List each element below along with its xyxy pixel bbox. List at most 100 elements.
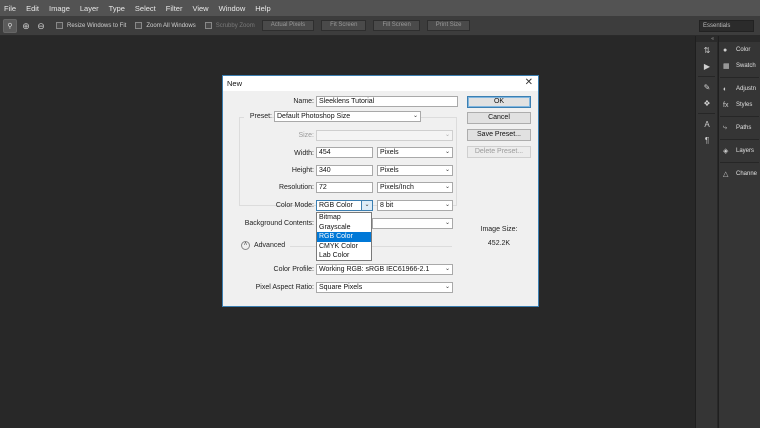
color-mode-option-grayscale[interactable]: Grayscale [317,223,371,233]
menu-help[interactable]: Help [255,4,270,13]
chevron-down-icon: ⌄ [444,266,450,272]
resize-windows-checkbox[interactable]: Resize Windows to Fit [56,22,126,29]
options-bar: ⚲ ⊕ ⊖ Resize Windows to Fit Zoom All Win… [0,16,760,36]
preset-label: Preset: [244,113,272,120]
print-size-button[interactable]: Print Size [426,20,471,31]
preset-select[interactable]: Default Photoshop Size ⌄ [274,111,421,122]
resolution-field[interactable]: 72 [316,182,373,193]
width-unit-value: Pixels [380,149,399,156]
height-label: Height: [291,167,314,174]
clone-source-icon[interactable]: ❖ [696,95,718,111]
resize-windows-label: Resize Windows to Fit [67,22,127,29]
actions-icon[interactable]: ▶ [696,58,718,74]
scrubby-zoom-checkbox[interactable]: Scrubby Zoom [204,22,255,29]
menu-window[interactable]: Window [219,4,246,13]
width-unit-select[interactable]: Pixels ⌄ [377,147,453,158]
name-field[interactable]: Sleeklens Tutorial [316,96,458,107]
chevron-down-icon: ⌄ [444,132,450,138]
background-contents-select[interactable]: ⌄ [372,218,453,229]
panel-paths[interactable]: ⤷ Paths [719,120,760,136]
fit-screen-button[interactable]: Fit Screen [321,20,367,31]
brush-icon[interactable]: ✎ [696,79,718,95]
delete-preset-button[interactable]: Delete Preset... [467,146,531,158]
panel-styles[interactable]: fx Styles [719,97,760,113]
menu-select[interactable]: Select [135,4,156,13]
menu-type[interactable]: Type [109,4,125,13]
paths-icon: ⤷ [723,124,727,131]
advanced-toggle[interactable]: ˄ Advanced [241,241,285,250]
scrubby-zoom-label: Scrubby Zoom [215,22,255,29]
color-mode-option-rgb[interactable]: RGB Color [317,232,371,242]
color-profile-select[interactable]: Working RGB: sRGB IEC61966-2.1 ⌄ [316,264,453,275]
color-mode-label: Color Mode: [275,202,314,209]
chevron-down-icon: ⌄ [444,284,450,290]
panel-channels[interactable]: △ Channe [719,166,760,182]
menu-layer[interactable]: Layer [80,4,99,13]
size-label: Size: [298,132,314,139]
panel-layers-label: Layers [736,148,755,154]
color-mode-dropdown-list: Bitmap Grayscale RGB Color CMYK Color La… [316,212,372,261]
panel-channels-label: Channe [736,171,758,177]
pixel-aspect-ratio-select[interactable]: Square Pixels ⌄ [316,282,453,293]
panel-dock: ● Color ▦ Swatch ◐ Adjustn fx Styles ⤷ Paths … [718,36,760,428]
panel-layers[interactable]: ◈ Layers [719,143,760,159]
zoom-out-icon[interactable]: ⊖ [35,20,47,32]
size-select[interactable]: ⌄ [316,130,453,141]
chevron-down-icon: ⌄ [444,220,450,226]
divider [698,113,715,114]
height-unit-value: Pixels [380,167,399,174]
history-icon[interactable]: ⇅ [696,42,718,58]
menu-filter[interactable]: Filter [166,4,183,13]
paragraph-icon[interactable]: ¶ [696,132,718,148]
color-mode-select[interactable]: RGB Color [316,200,362,211]
menu-image[interactable]: Image [49,4,70,13]
fill-screen-button[interactable]: Fill Screen [373,20,420,31]
color-mode-value: RGB Color [319,202,353,209]
character-icon[interactable]: A [696,116,718,132]
panel-adjustments[interactable]: ◐ Adjustn [719,81,760,97]
height-unit-select[interactable]: Pixels ⌄ [377,165,453,176]
advanced-label: Advanced [254,242,286,249]
width-label: Width: [294,150,314,157]
dialog-title: New [227,79,243,88]
panel-swatches[interactable]: ▦ Swatch [719,58,760,74]
panel-color[interactable]: ● Color [719,42,760,58]
zoom-all-checkbox[interactable]: Zoom All Windows [135,22,196,29]
color-mode-option-lab[interactable]: Lab Color [317,251,371,261]
bit-depth-value: 8 bit [380,202,394,209]
pixel-aspect-ratio-value: Square Pixels [319,284,363,291]
layers-icon: ◈ [723,148,729,155]
adjustments-icon: ◐ [723,85,728,93]
save-preset-button[interactable]: Save Preset... [467,129,531,141]
panel-color-label: Color [736,47,751,53]
workspace-switcher[interactable]: Essentials [699,20,754,32]
bit-depth-select[interactable]: 8 bit ⌄ [377,200,453,211]
ok-button[interactable]: OK [467,96,531,108]
name-label: Name: [293,98,314,105]
panel-adjustments-label: Adjustn [736,86,757,92]
close-icon[interactable]: ✕ [525,77,533,88]
dialog-titlebar: New ✕ [223,76,538,91]
image-size-label: Image Size: [480,226,518,233]
resolution-unit-value: Pixels/Inch [380,184,414,191]
checkbox-box [204,22,212,29]
zoom-tool-preset-button[interactable]: ⚲ [3,18,17,33]
menu-bar: File Edit Image Layer Type Select Filter… [0,0,760,16]
preset-value: Default Photoshop Size [277,113,351,120]
styles-icon: fx [723,101,729,109]
menu-edit[interactable]: Edit [26,4,39,13]
color-mode-option-cmyk[interactable]: CMYK Color [317,242,371,252]
resolution-unit-select[interactable]: Pixels/Inch ⌄ [377,182,453,193]
height-field[interactable]: 340 [316,165,373,176]
collapse-chevron-icon: ˄ [241,241,250,250]
zoom-in-icon[interactable]: ⊕ [20,20,32,32]
cancel-button[interactable]: Cancel [467,112,531,124]
color-mode-dropdown-button[interactable]: ⌄ [361,200,373,211]
color-mode-option-bitmap[interactable]: Bitmap [317,213,371,223]
menu-file[interactable]: File [4,4,16,13]
width-field[interactable]: 454 [316,147,373,158]
chevron-down-icon: ⌄ [364,202,370,208]
chevron-down-icon: ⌄ [412,113,418,119]
menu-view[interactable]: View [192,4,208,13]
actual-pixels-button[interactable]: Actual Pixels [261,20,315,31]
